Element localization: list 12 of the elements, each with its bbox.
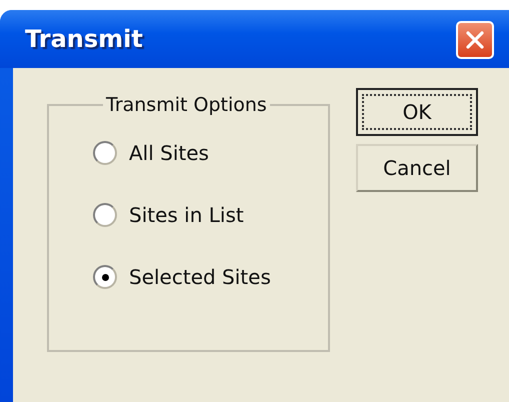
window-title: Transmit (25, 25, 143, 53)
dialog-button[interactable]: Cancel (356, 144, 478, 192)
radio-button[interactable] (93, 203, 117, 227)
radio-option[interactable]: All Sites (93, 138, 328, 168)
radio-option[interactable]: Sites in List (93, 200, 328, 230)
dialog-button[interactable]: OK (356, 88, 478, 136)
close-button[interactable] (456, 21, 494, 59)
radio-button[interactable] (93, 141, 117, 165)
close-icon (465, 30, 485, 50)
group-label: Transmit Options (105, 94, 268, 116)
radio-button[interactable] (93, 265, 117, 289)
radio-option[interactable]: Selected Sites (93, 262, 328, 292)
